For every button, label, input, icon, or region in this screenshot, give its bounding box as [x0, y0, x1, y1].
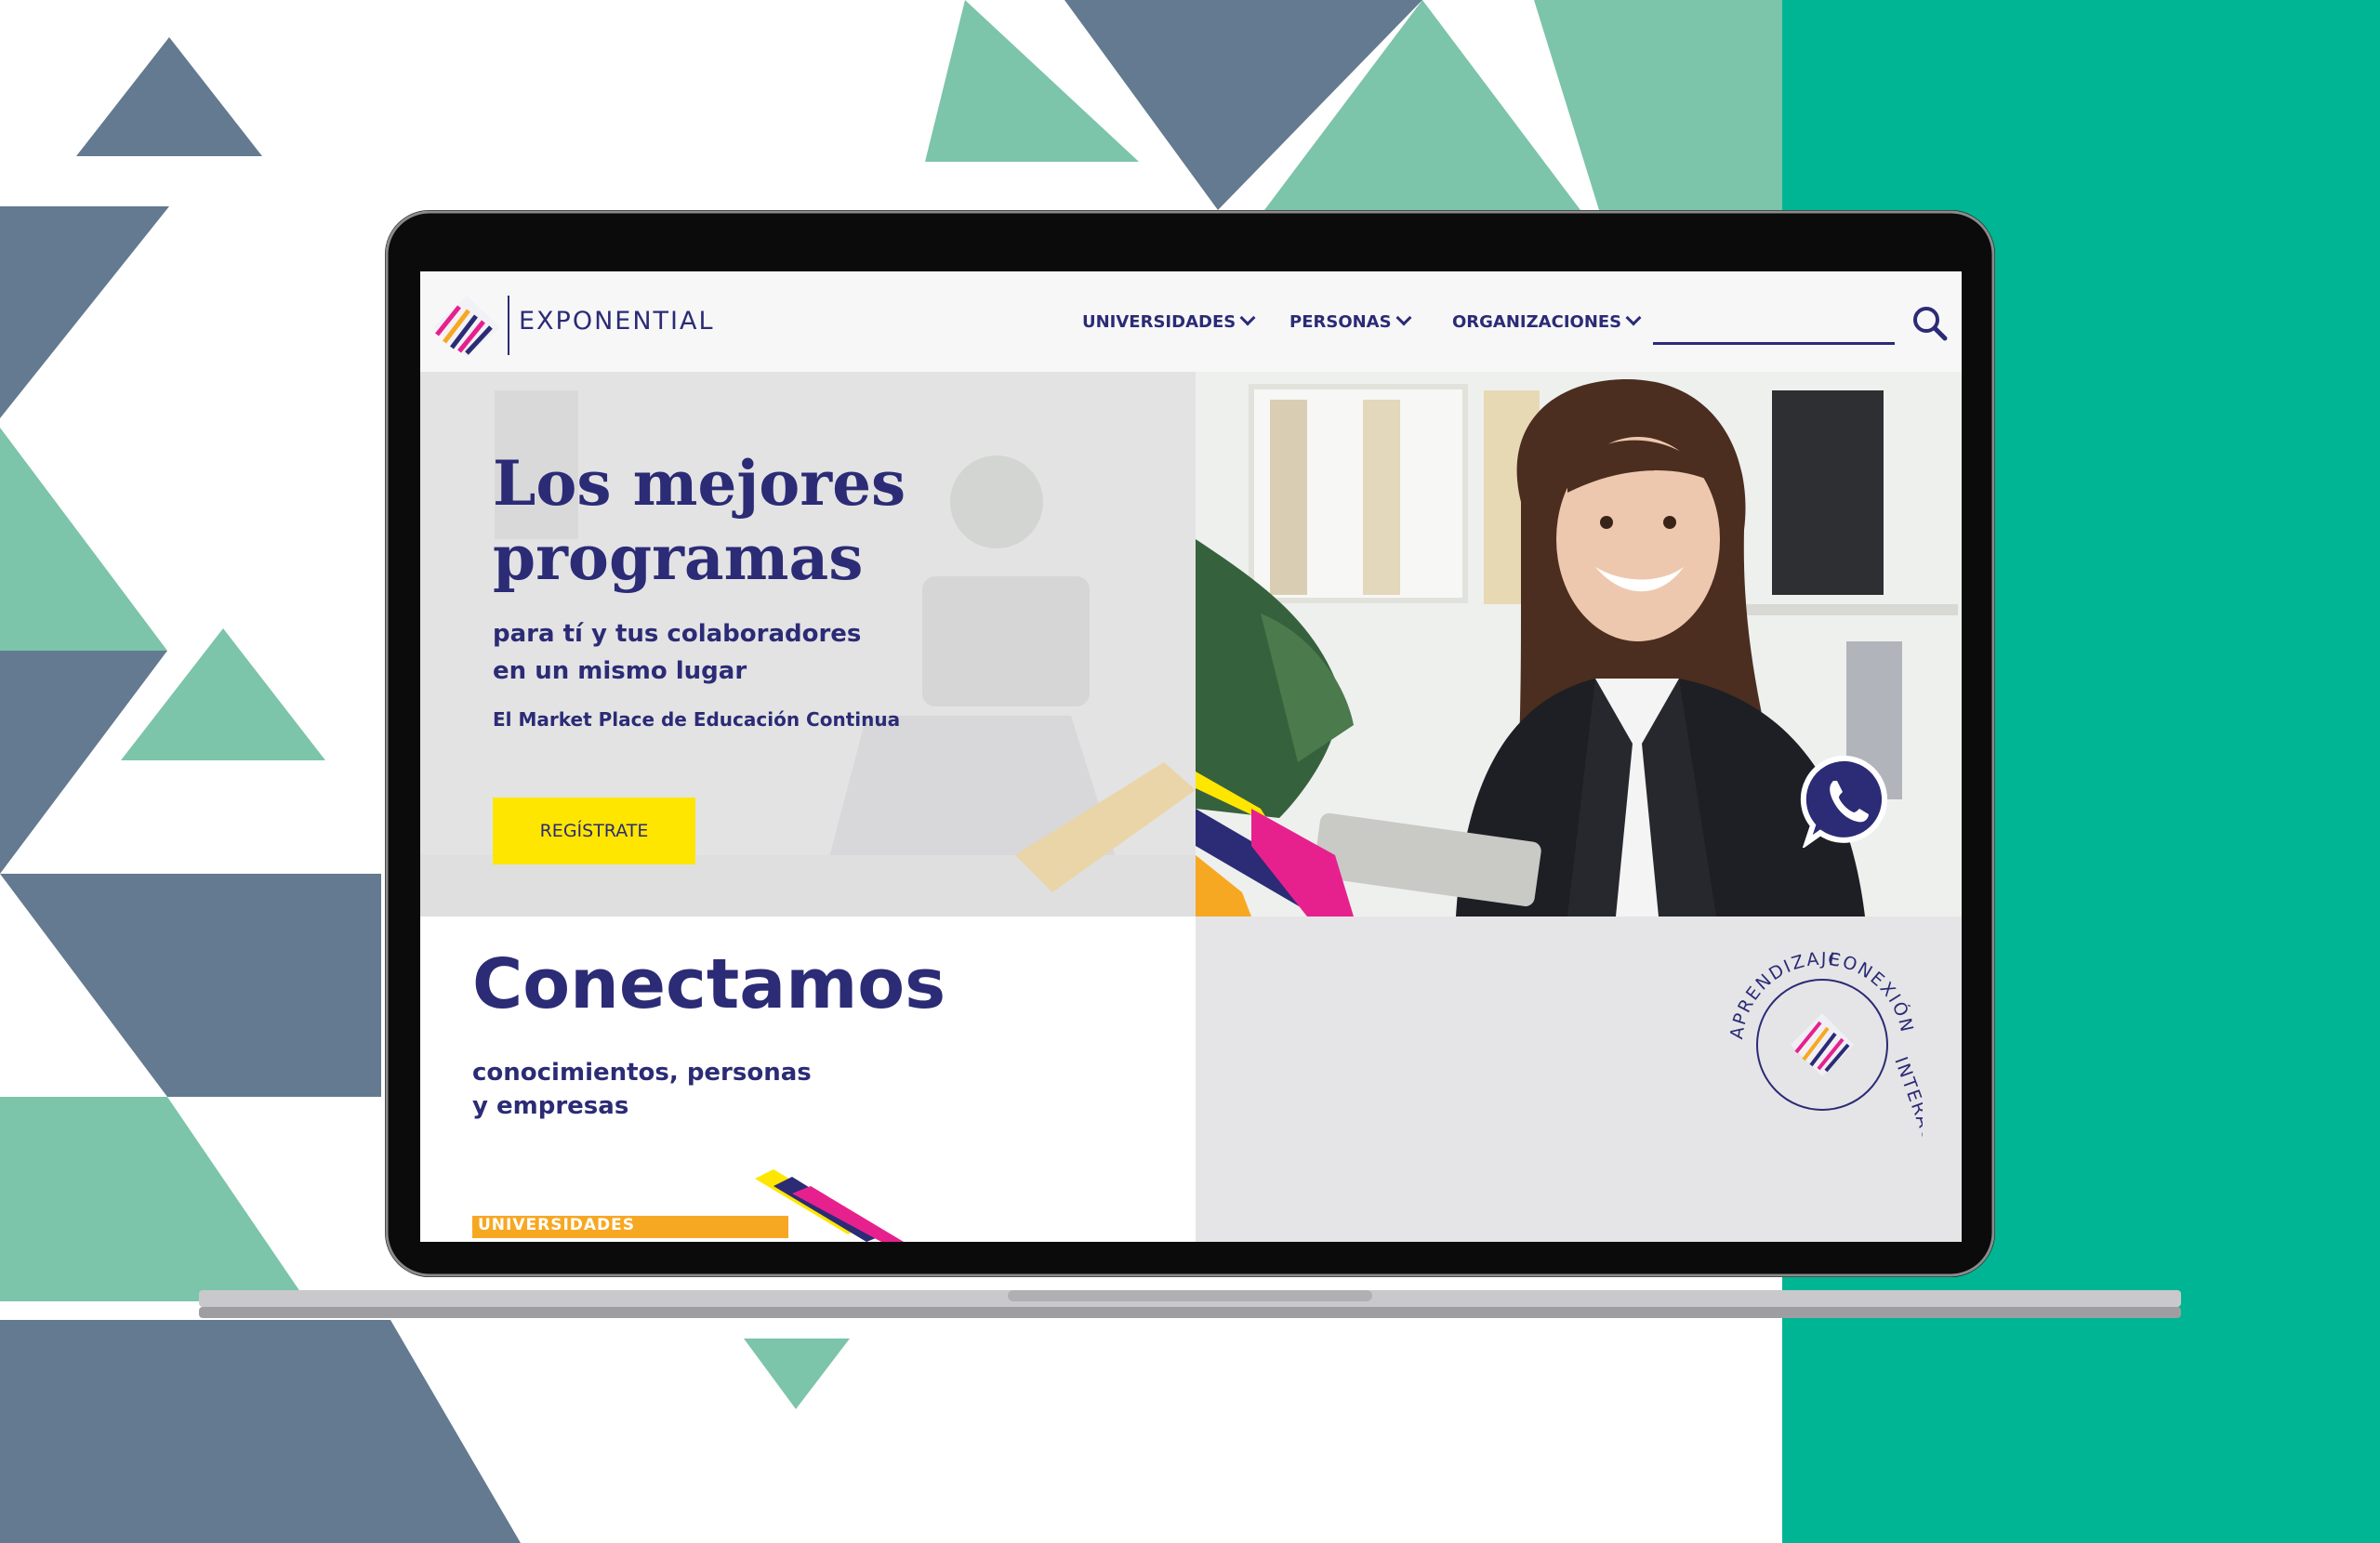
hero-title-line: Los mejores: [493, 447, 906, 520]
search-icon[interactable]: [1911, 305, 1949, 342]
connection-badge: CONEXIÓN APRENDIZAJE INTERACCIÓN: [1726, 949, 1923, 1145]
nav-menu-personas[interactable]: PERSONAS: [1289, 310, 1412, 332]
connect-badge-panel: CONEXIÓN APRENDIZAJE INTERACCIÓN: [1196, 917, 1962, 1242]
badge-word-right: INTERACCIÓN: [1890, 1054, 1923, 1145]
hero-text-panel: Los mejores programas para tí y tus cola…: [420, 372, 1196, 917]
laptop-base: [199, 1290, 2181, 1318]
section-subtitle-line: conocimientos, personas: [472, 1059, 812, 1087]
connect-text-panel: Conectamos conocimientos, personas y emp…: [420, 917, 1196, 1242]
nav-menu-label: UNIVERSIDADES: [1082, 312, 1236, 332]
hero-subtitle-line: para tí y tus colaboradores: [493, 620, 862, 648]
category-label[interactable]: UNIVERSIDADES: [478, 1216, 635, 1234]
section-subtitle-line: y empresas: [472, 1092, 629, 1120]
section-subtitle: conocimientos, personas y empresas: [472, 1056, 812, 1123]
hero-subtitle-line: en un mismo lugar: [493, 657, 747, 685]
nav-menu-label: PERSONAS: [1289, 312, 1392, 332]
hero-tagline: El Market Place de Educación Continua: [493, 708, 901, 731]
register-button[interactable]: REGÍSTRATE: [493, 798, 695, 864]
hero-subtitle: para tí y tus colaboradores en un mismo …: [493, 615, 861, 690]
chevron-down-icon: [1625, 310, 1642, 326]
search-input[interactable]: [1653, 299, 1898, 342]
hero-section: Los mejores programas para tí y tus cola…: [420, 372, 1962, 917]
connect-section: Conectamos conocimientos, personas y emp…: [420, 917, 1962, 1242]
chevron-down-icon: [1239, 310, 1256, 326]
exponential-logo-icon[interactable]: [431, 294, 502, 359]
chevron-down-icon: [1395, 310, 1412, 326]
nav-menu-universidades[interactable]: UNIVERSIDADES: [1082, 310, 1256, 332]
search-underline: [1653, 342, 1895, 345]
hero-photo-panel: [1196, 372, 1962, 917]
hero-title-line: programas: [493, 521, 864, 594]
hero-title: Los mejores programas: [493, 446, 906, 595]
nav-menu-organizaciones[interactable]: ORGANIZACIONES: [1452, 310, 1642, 332]
section-title: Conectamos: [472, 944, 946, 1024]
brand-name[interactable]: EXPONENTIAL: [519, 307, 715, 336]
logo-divider: [508, 296, 509, 355]
nav-menu-label: ORGANIZACIONES: [1452, 312, 1622, 332]
top-navbar: EXPONENTIAL UNIVERSIDADES PERSONAS ORGAN…: [420, 271, 1962, 373]
website-screen: EXPONENTIAL UNIVERSIDADES PERSONAS ORGAN…: [420, 271, 1962, 1242]
whatsapp-icon[interactable]: [1800, 753, 1895, 848]
